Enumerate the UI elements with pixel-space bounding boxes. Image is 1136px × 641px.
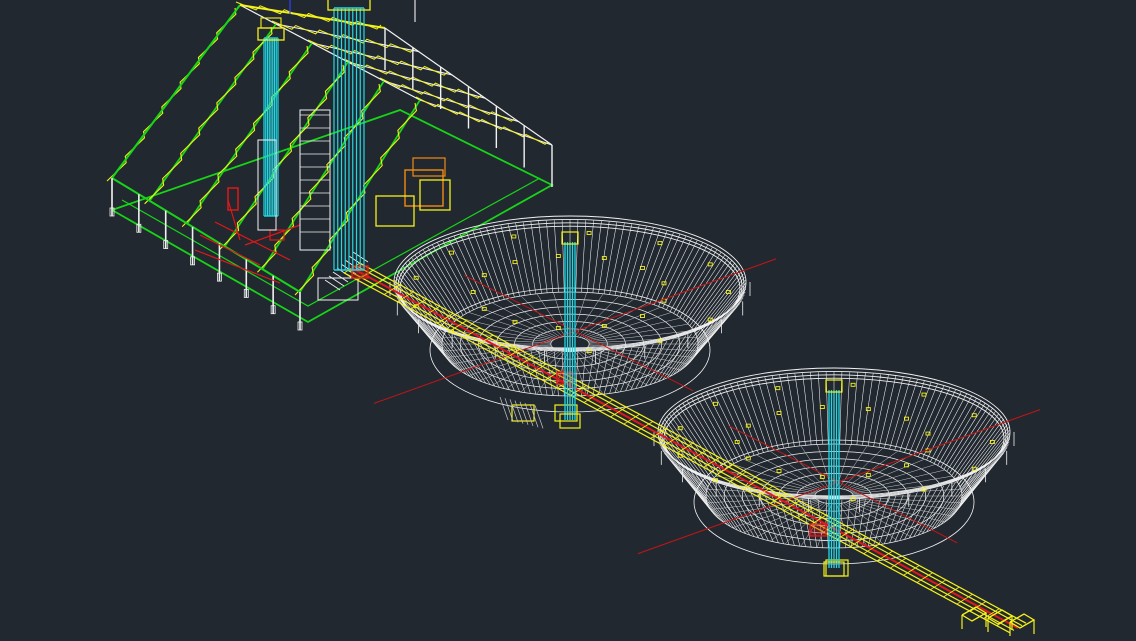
tank-2-wall-line — [951, 460, 997, 517]
roof-truss-back — [275, 23, 419, 52]
tank-1-marker — [511, 234, 517, 239]
tank-2-marker — [850, 382, 856, 387]
truss-lacing — [106, 7, 237, 182]
tank-1-wall-line — [685, 314, 729, 367]
tank-1-marker — [657, 241, 663, 246]
tank-2-wall-line — [717, 484, 751, 536]
tank-2-wall-line — [717, 387, 751, 457]
tank-2-marker — [921, 392, 927, 397]
tank-2-marker — [865, 472, 871, 477]
process-pipe — [244, 224, 301, 246]
tank-1-wall-line — [669, 244, 708, 312]
conveyor-support — [554, 404, 578, 422]
tank-1-wall-line — [653, 236, 687, 305]
tank-2-wall-line — [951, 410, 997, 476]
tank-1-marker — [448, 250, 454, 255]
tank-2-wall-line — [845, 372, 851, 445]
cad-wireframe-drawing — [106, 0, 1041, 636]
tank-1-marker — [601, 256, 607, 261]
tank-1-wall-line — [609, 223, 625, 295]
tank-1-wall-line — [575, 220, 579, 293]
tank-1-wall-line — [453, 236, 487, 305]
walkway-slat — [499, 396, 509, 421]
tank-1-wall-line — [625, 345, 647, 391]
tank-1-wall-line — [546, 220, 554, 293]
tank-1-wall-line — [644, 232, 674, 303]
tank-2-wall-line — [917, 387, 951, 457]
tank-1-marker — [707, 262, 713, 267]
tank-1-floor-radial — [586, 317, 681, 341]
tank-2-wall-line — [779, 375, 795, 447]
cad-model-viewport[interactable] — [0, 0, 1136, 641]
tank-1-wall-line — [581, 220, 587, 293]
tank-2-wall-line — [961, 432, 1011, 494]
roof-truss-back — [383, 80, 519, 123]
tank-2-wall-line — [899, 380, 925, 452]
tank-2-marker — [865, 407, 871, 412]
tank-2-wall-line — [810, 372, 818, 445]
tank-1-wall-line — [603, 349, 618, 395]
tank-1-floor-radial — [579, 298, 635, 338]
tank-2-wall-line — [894, 379, 918, 451]
truss-lacing — [219, 64, 345, 250]
roof-truss — [186, 42, 313, 225]
tank-1-marker — [512, 260, 518, 265]
tower-main — [327, 0, 371, 271]
tank-1-wall-line — [635, 229, 661, 300]
tank-1-wall-line — [561, 220, 565, 293]
tank-2-wall-line — [933, 395, 972, 464]
tank-1-floor-radial — [586, 347, 681, 371]
tank-2-wall-line — [750, 379, 774, 451]
tank-1-wall-line — [493, 345, 515, 391]
tank-2-wall-line — [917, 484, 951, 536]
tank-1-wall-line — [697, 288, 747, 347]
walkway-slat — [524, 402, 534, 427]
roof-gable — [111, 4, 241, 179]
roof-truss-back — [419, 99, 553, 146]
tank-1-marker — [555, 254, 561, 258]
tank-1-wall-line — [696, 276, 745, 338]
tank-2-floor-radial — [850, 499, 945, 523]
tank-2-wall-line — [743, 380, 769, 452]
tank-1-wall-line — [486, 227, 510, 299]
roof-truss-back — [347, 61, 486, 99]
tank-1-wall-line — [697, 285, 747, 345]
tank-2-wall-line — [960, 427, 1009, 490]
tank-1-wall-line — [515, 223, 531, 295]
walkway-slat — [514, 400, 524, 424]
conveyor-gallery — [343, 262, 1036, 636]
tank-1-wall-line — [432, 244, 471, 312]
orange-equipment — [404, 169, 444, 207]
walkway-slat — [509, 399, 519, 423]
tank-2-wall-line — [873, 375, 889, 447]
yellow-equipment — [375, 195, 415, 227]
orange-equipment — [412, 157, 446, 177]
tank-2-marker — [712, 401, 718, 406]
tank-1-floor-radial — [583, 306, 661, 339]
tank-1-wall-line — [522, 222, 537, 294]
roof-truss-back — [311, 42, 452, 76]
tank-1-wall-line — [472, 230, 500, 301]
tank-2-wall-line — [696, 395, 735, 464]
tank-2-marker — [819, 405, 825, 410]
shed-floor-outline — [111, 109, 554, 324]
tank-1-wall-line — [640, 230, 668, 301]
tank-1-marker — [586, 231, 592, 235]
tank-1-floor-radial — [583, 349, 661, 382]
tank-2-wall-line — [668, 413, 715, 478]
walkway-slat — [534, 405, 544, 429]
transfer-point — [809, 523, 827, 537]
tank-2-marker — [776, 469, 782, 473]
tank-2-wall-line — [786, 374, 801, 446]
tank-2-wall-line — [908, 384, 938, 455]
tank-2-wall-line — [940, 400, 982, 468]
tank-1-floor-radial — [505, 298, 561, 338]
tank-2-marker — [775, 386, 781, 391]
tank-2-wall-line — [659, 427, 708, 490]
truss-lacing — [181, 45, 309, 227]
roof-truss — [261, 80, 385, 270]
tank-1-wall-line — [630, 227, 654, 299]
